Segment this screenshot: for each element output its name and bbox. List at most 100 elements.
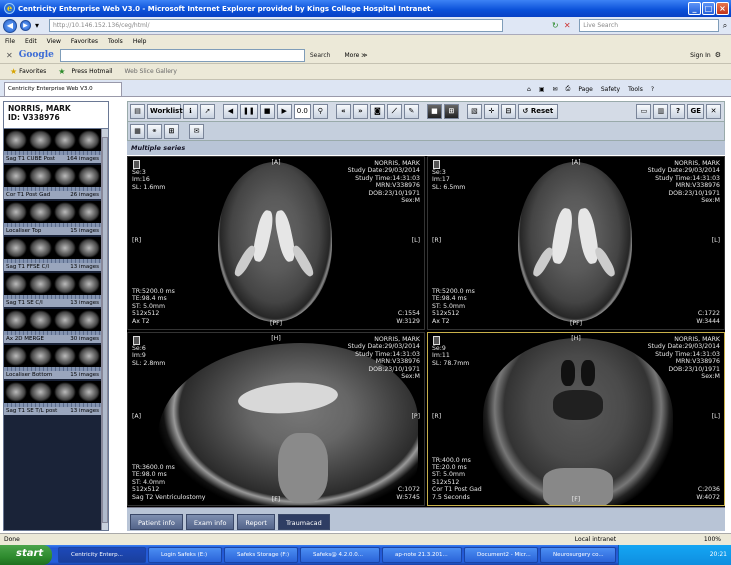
taskbar-item[interactable]: Centricity Enterp...: [58, 547, 146, 563]
taskbar-item[interactable]: Safeks Storage (F:): [224, 547, 298, 563]
link-series-icon[interactable]: ⚭: [147, 123, 162, 139]
pin-icon[interactable]: [133, 336, 140, 345]
maximize-button[interactable]: □: [702, 2, 715, 15]
measure-tool-icon[interactable]: ⟋: [386, 104, 402, 119]
add-favorite-icon[interactable]: ★: [58, 67, 65, 76]
thumbnail-series[interactable]: Ax 2D MERGE 30 images: [4, 309, 101, 343]
thumbnail-series[interactable]: Sag T1 FFSE C/I 13 images: [4, 237, 101, 271]
layout-toggle-button[interactable]: ▤: [130, 104, 145, 119]
minimize-button[interactable]: _: [688, 2, 701, 15]
thumbnail-grid-icon[interactable]: ⊞: [164, 123, 179, 139]
taskbar-item[interactable]: Login Safeks (E:): [148, 547, 222, 563]
overlay-line: Im:9: [132, 352, 146, 360]
pointer-tool-button[interactable]: ➚: [200, 104, 215, 119]
image-panel-axial-2[interactable]: Se:3 Im:17 SL: 6.5mm NORRIS, MARK Study Date…: [427, 156, 725, 330]
menu-file[interactable]: File: [5, 38, 15, 45]
taskbar-item[interactable]: Neurosurgery co...: [540, 547, 616, 563]
zoom-value-field[interactable]: 0.0: [293, 104, 311, 119]
menu-edit[interactable]: Edit: [25, 38, 37, 45]
thumbnail-scrollbar[interactable]: [101, 129, 108, 530]
url-input[interactable]: http://10.146.152.136/ceg/html/: [48, 19, 504, 32]
report-icon[interactable]: ▥: [653, 104, 669, 119]
menu-favorites[interactable]: Favorites: [71, 38, 98, 45]
dropdown-arrow-icon[interactable]: ▾: [31, 20, 43, 32]
image-panel-axial-1[interactable]: Se:3 Im:16 SL: 1.6mm NORRIS, MARK Study Date…: [127, 156, 425, 330]
close-viewer-icon[interactable]: ✕: [706, 104, 721, 119]
back-button[interactable]: ◀: [3, 18, 17, 33]
live-search-input[interactable]: Live Search: [579, 19, 720, 32]
reset-button[interactable]: ↺ Reset: [517, 104, 558, 119]
scrollbar-thumb[interactable]: [102, 137, 108, 523]
tab-traumacad[interactable]: Traumacad: [277, 513, 330, 530]
grid-layout-button[interactable]: ⊞: [443, 104, 459, 119]
menu-tools[interactable]: Tools: [108, 38, 123, 45]
start-button[interactable]: start: [0, 545, 52, 565]
wrench-icon[interactable]: ⚙: [715, 51, 721, 59]
thumbnail-series[interactable]: Sag T1 SE C/I 13 images: [4, 273, 101, 307]
close-button[interactable]: ×: [716, 2, 729, 15]
pin-icon[interactable]: [433, 336, 440, 345]
pause-button[interactable]: ❚❚: [240, 104, 258, 119]
refresh-icon[interactable]: ↻: [549, 20, 561, 32]
cursor-cross-icon[interactable]: ✛: [483, 104, 499, 119]
taskbar-item[interactable]: Safeks@ 4.2.0.0...: [300, 547, 380, 563]
annotation-tool-icon[interactable]: ✎: [403, 104, 419, 119]
email-icon[interactable]: ✉: [189, 123, 204, 139]
help-button[interactable]: ?: [670, 104, 686, 119]
print-icon[interactable]: ⎙: [566, 85, 571, 93]
menu-help[interactable]: Help: [133, 38, 147, 45]
thumbnail-series[interactable]: Localiser Bottom 15 images: [4, 345, 101, 379]
thumbnail-series[interactable]: Localiser Top 15 images: [4, 201, 101, 235]
google-search-input[interactable]: [59, 48, 305, 62]
first-series-button[interactable]: «: [335, 104, 351, 119]
pin-icon[interactable]: [133, 160, 140, 169]
hide-panel-icon[interactable]: ▭: [636, 104, 652, 119]
search-icon[interactable]: ⌕: [719, 20, 731, 32]
page-menu[interactable]: Page: [578, 86, 593, 93]
camera-icon[interactable]: ◙: [369, 104, 385, 119]
image-panel-coronal[interactable]: Se:9 Im:11 SL: 78.7mm NORRIS, MARK Study Dat…: [427, 332, 725, 506]
film-icon[interactable]: ▦: [130, 123, 145, 139]
stop-icon[interactable]: ✕: [561, 20, 573, 32]
single-view-layout-button[interactable]: ■: [426, 104, 442, 119]
worklist-button[interactable]: Worklist: [147, 104, 183, 119]
browser-tab[interactable]: Centricity Enterprise Web V3.0: [4, 82, 122, 96]
google-more-button[interactable]: More ≫: [344, 52, 367, 59]
next-image-button[interactable]: ▶: [276, 104, 292, 119]
tab-exam-info[interactable]: Exam info: [185, 513, 235, 530]
google-search-button[interactable]: Search: [310, 52, 331, 59]
read-mail-icon[interactable]: ✉: [552, 86, 557, 93]
tab-patient-info[interactable]: Patient info: [130, 513, 183, 530]
zoom-level[interactable]: 100%: [704, 536, 721, 543]
thumbnail-series[interactable]: Sag T1 SE T/L post 13 images: [4, 381, 101, 415]
thumbnail-series[interactable]: Cor T1 Post Gad 26 images: [4, 165, 101, 199]
stop-cine-button[interactable]: ■: [259, 104, 275, 119]
home-icon[interactable]: ⌂: [527, 86, 531, 93]
forward-button[interactable]: ▶: [19, 20, 31, 31]
last-series-button[interactable]: »: [352, 104, 368, 119]
safety-menu[interactable]: Safety: [601, 86, 620, 93]
favorite-link-webslice[interactable]: Web Slice Gallery: [125, 68, 177, 75]
thumbnail-label: Localiser Bottom: [6, 372, 53, 378]
taskbar-item[interactable]: Document2 - Micr...: [464, 547, 538, 563]
ruler-icon[interactable]: ⊟: [500, 104, 516, 119]
thumbnail-series[interactable]: Sag T1 CUBE Post 164 images: [4, 129, 101, 163]
magnify-icon[interactable]: ⚲: [312, 104, 328, 119]
help-icon[interactable]: ?: [651, 86, 654, 93]
image-info-button[interactable]: ℹ: [183, 104, 198, 119]
previous-image-button[interactable]: ◀: [223, 104, 238, 119]
taskbar-item[interactable]: ap-note 21.3.201...: [382, 547, 462, 563]
feeds-icon[interactable]: ▣: [539, 86, 545, 93]
tools-menu[interactable]: Tools: [628, 86, 643, 93]
menu-view[interactable]: View: [47, 38, 61, 45]
window-level-icon[interactable]: ▧: [466, 104, 482, 119]
image-viewer[interactable]: Se:3 Im:16 SL: 1.6mm NORRIS, MARK Study Date…: [127, 156, 725, 507]
close-toolbar-icon[interactable]: ✕: [6, 51, 13, 60]
tab-report[interactable]: Report: [237, 513, 275, 530]
image-panel-sagittal[interactable]: Se:6 Im:9 SL: 2.8mm NORRIS, MARK Study Date:…: [127, 332, 425, 506]
google-signin-button[interactable]: Sign In: [690, 52, 711, 59]
favorites-button[interactable]: Favorites: [19, 68, 46, 75]
orientation-marker-top: [A]: [271, 159, 281, 166]
pin-icon[interactable]: [433, 160, 440, 169]
favorite-link-hotmail[interactable]: Press Hotmail: [71, 68, 112, 75]
